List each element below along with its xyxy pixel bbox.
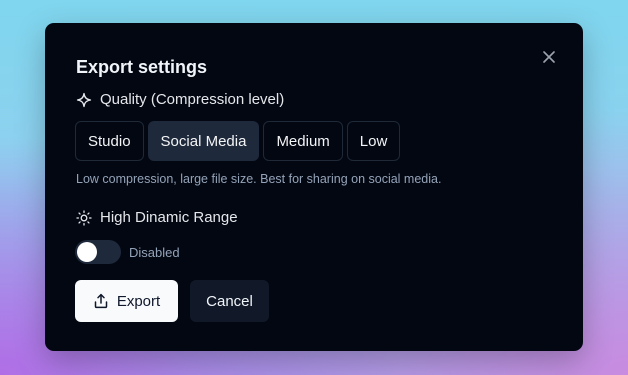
quality-hint: Low compression, large file size. Best f… — [76, 172, 442, 186]
dialog-actions: Export Cancel — [75, 280, 269, 322]
close-button[interactable] — [541, 49, 557, 65]
export-button[interactable]: Export — [75, 280, 178, 322]
share-icon — [94, 293, 108, 309]
hdr-toggle[interactable] — [75, 240, 121, 264]
dialog-title: Export settings — [76, 57, 208, 77]
cancel-button[interactable]: Cancel — [190, 280, 269, 322]
export-label: Export — [116, 292, 161, 310]
toggle-knob — [77, 242, 97, 262]
quality-option-medium[interactable]: Medium — [263, 121, 343, 161]
close-icon — [543, 51, 555, 63]
sparkle-icon — [76, 92, 92, 107]
quality-option-low[interactable]: Low — [346, 121, 401, 161]
hdr-section-label: High Dinamic Range — [76, 209, 238, 226]
hdr-status: Disabled — [129, 244, 180, 260]
hdr-toggle-row: Disabled — [75, 240, 180, 264]
quality-label: Quality (Compression level) — [100, 91, 285, 108]
quality-options: Studio Social Media Medium Low — [75, 121, 401, 161]
sun-icon — [76, 209, 92, 226]
quality-option-social-media[interactable]: Social Media — [147, 121, 260, 161]
export-settings-dialog: Export settings Quality (Compression lev… — [45, 23, 583, 351]
hdr-label: High Dinamic Range — [100, 209, 238, 226]
quality-option-studio[interactable]: Studio — [75, 121, 144, 161]
quality-section-label: Quality (Compression level) — [76, 91, 284, 108]
